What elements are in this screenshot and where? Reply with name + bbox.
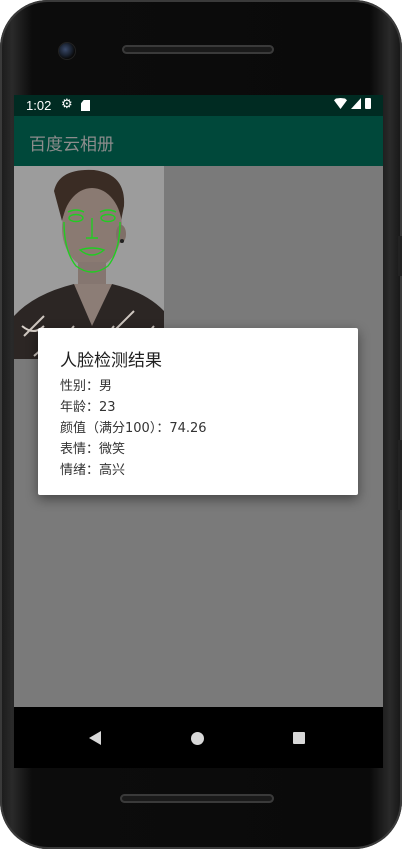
battery-icon bbox=[365, 98, 371, 109]
power-button bbox=[398, 440, 402, 510]
status-icons bbox=[334, 98, 371, 109]
bottom-speaker bbox=[120, 794, 274, 803]
top-speaker bbox=[122, 45, 274, 54]
status-time: 1:02 bbox=[26, 98, 52, 113]
device-screen: 1:02 ⚙ 百度云相册 人脸检测结果 性别：男 年龄：23 颜值（满分100）… bbox=[14, 95, 383, 768]
status-bar: 1:02 ⚙ bbox=[14, 95, 383, 116]
app-title: 百度云相册 bbox=[29, 135, 114, 155]
recents-icon[interactable] bbox=[293, 732, 305, 744]
result-gender: 性别：男 bbox=[60, 379, 113, 394]
wifi-icon bbox=[334, 98, 347, 109]
dialog-title: 人脸检测结果 bbox=[60, 351, 162, 371]
back-icon[interactable] bbox=[89, 731, 101, 745]
result-expression: 表情：微笑 bbox=[60, 442, 126, 457]
result-emotion: 情绪：高兴 bbox=[60, 463, 126, 478]
sd-card-icon bbox=[81, 100, 90, 111]
front-camera bbox=[59, 43, 75, 59]
home-icon[interactable] bbox=[191, 732, 204, 745]
signal-icon bbox=[351, 98, 361, 109]
result-beauty-score: 颜值（满分100）：74.26 bbox=[60, 421, 207, 436]
navigation-bar bbox=[14, 707, 383, 768]
result-list: 性别：男 年龄：23 颜值（满分100）：74.26 表情：微笑 情绪：高兴 bbox=[60, 376, 207, 481]
app-bar: 百度云相册 bbox=[14, 116, 383, 166]
result-age: 年龄：23 bbox=[60, 400, 116, 415]
face-detection-dialog[interactable]: 人脸检测结果 性别：男 年龄：23 颜值（满分100）：74.26 表情：微笑 … bbox=[38, 328, 358, 495]
settings-icon: ⚙ bbox=[61, 97, 73, 112]
volume-button bbox=[398, 236, 402, 276]
phone-frame: 1:02 ⚙ 百度云相册 人脸检测结果 性别：男 年龄：23 颜值（满分100）… bbox=[0, 0, 402, 849]
